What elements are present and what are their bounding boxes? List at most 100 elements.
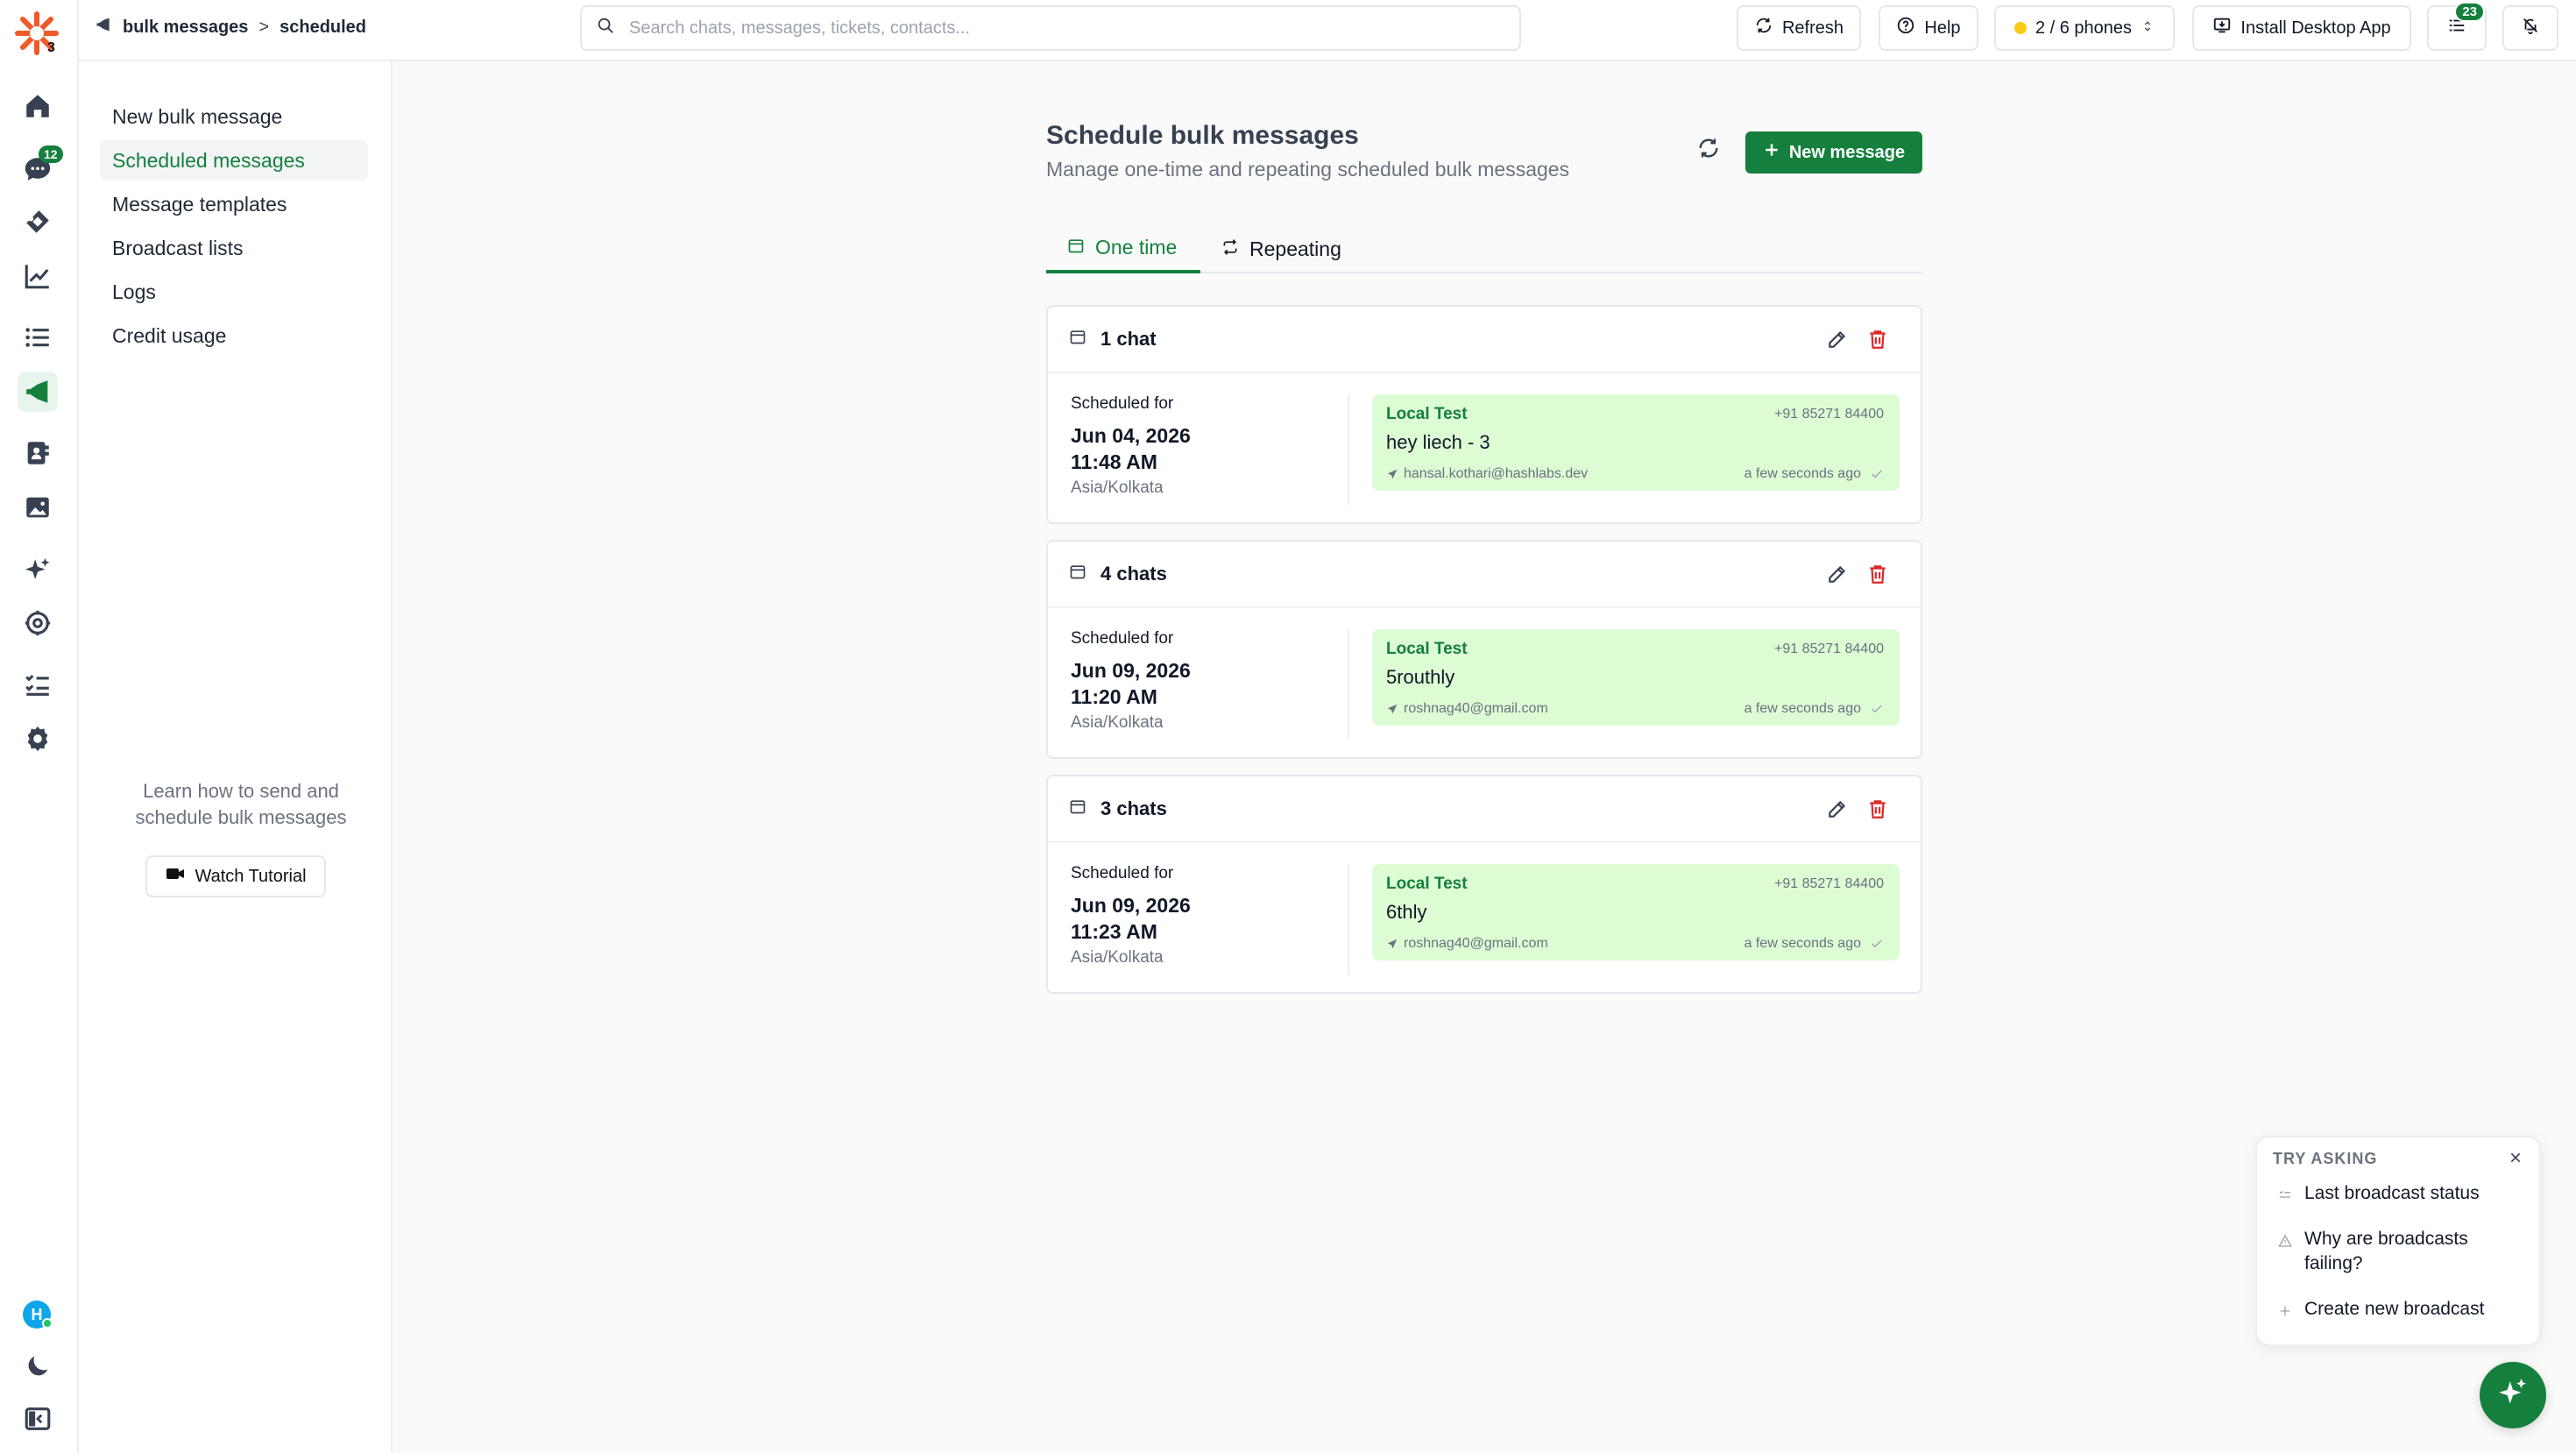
watch-tutorial-button[interactable]: Watch Tutorial	[145, 855, 326, 897]
subnav-item-new-bulk-message[interactable]: New bulk message	[100, 96, 368, 137]
tasks-button[interactable]: 23	[2427, 2, 2487, 51]
scheduled-for-label: Scheduled for	[1071, 864, 1174, 882]
moon-icon[interactable]	[18, 1346, 58, 1386]
download-icon	[2212, 16, 2232, 40]
calendar-icon	[1069, 797, 1086, 820]
main-content: Schedule bulk messages Manage one-time a…	[393, 61, 2576, 1453]
schedule-tabs: One time Repeating	[1046, 224, 1922, 273]
contacts-icon[interactable]	[18, 433, 58, 473]
install-desktop-app-button[interactable]: Install Desktop App	[2192, 5, 2411, 51]
bulk-messages-sidebar: New bulk message Scheduled messages Mess…	[79, 61, 393, 1453]
scheduled-message-card: 3 chats Scheduled for Jun 09, 2026 11:23…	[1046, 775, 1922, 994]
reload-list-button[interactable]	[1691, 133, 1726, 168]
megaphone-icon[interactable]	[18, 372, 58, 412]
home-icon[interactable]	[18, 86, 58, 126]
analytics-icon[interactable]	[18, 256, 58, 296]
edit-icon[interactable]	[1826, 328, 1849, 356]
search-icon	[596, 16, 615, 40]
calendar-icon	[1069, 328, 1086, 351]
delete-icon[interactable]	[1866, 797, 1889, 826]
card-header: 1 chat	[1048, 307, 1921, 373]
chevron-updown-icon	[2141, 18, 2155, 39]
try-asking-title: TRY ASKING	[2273, 1150, 2378, 1167]
tab-label: Repeating	[1249, 237, 1341, 260]
media-icon[interactable]	[18, 487, 58, 528]
edit-icon[interactable]	[1826, 797, 1849, 826]
sender-name: Local Test	[1386, 405, 1468, 423]
sent-by-email: roshnag40@gmail.com	[1404, 701, 1548, 716]
refresh-button[interactable]: Refresh	[1737, 5, 1861, 51]
ai-assistant-button[interactable]	[2480, 1362, 2546, 1428]
scheduled-date: Jun 09, 2026	[1071, 659, 1191, 682]
online-status-dot	[42, 1318, 53, 1329]
scheduled-timezone: Asia/Kolkata	[1071, 713, 1164, 732]
notifications-off-button[interactable]	[2502, 5, 2558, 51]
suggestion-label: Why are broadcasts failing?	[2304, 1229, 2468, 1273]
check-icon	[1872, 939, 1882, 948]
megaphone-icon	[95, 16, 112, 39]
subnav-item-logs[interactable]: Logs	[100, 272, 368, 312]
edit-icon[interactable]	[1826, 563, 1849, 591]
card-divider	[1348, 629, 1349, 740]
tab-repeating[interactable]: Repeating	[1200, 224, 1376, 273]
sent-by: hansal.kothari@hashlabs.dev	[1386, 466, 1588, 482]
delete-icon[interactable]	[1866, 328, 1889, 356]
tab-one-time[interactable]: One time	[1046, 224, 1200, 273]
subnav-item-label: Scheduled messages	[112, 148, 305, 172]
plus-icon	[2280, 1306, 2290, 1316]
help-button[interactable]: Help	[1879, 5, 1978, 51]
scheduled-message-card: 4 chats Scheduled for Jun 09, 2026 11:20…	[1046, 540, 1922, 759]
send-icon	[1387, 469, 1398, 479]
sparkles-icon[interactable]	[18, 550, 58, 591]
card-divider	[1348, 864, 1349, 975]
subnav-item-message-templates[interactable]: Message templates	[100, 184, 368, 224]
message-preview-bubble: Local Test +91 85271 84400 hey liech - 3…	[1372, 394, 1900, 491]
tasks-icon[interactable]	[18, 664, 58, 705]
video-camera-icon	[165, 863, 186, 890]
search-bar[interactable]	[580, 5, 1521, 51]
suggestion-label: Create new broadcast	[2304, 1299, 2485, 1319]
message-time: a few seconds ago	[1744, 701, 1884, 717]
repeat-icon	[1221, 237, 1239, 261]
list-icon[interactable]	[18, 317, 58, 358]
scheduled-timezone: Asia/Kolkata	[1071, 478, 1164, 497]
sender-name: Local Test	[1386, 640, 1468, 658]
phones-selector[interactable]: 2 / 6 phones	[1994, 5, 2175, 51]
breadcrumb: bulk messages > scheduled	[95, 16, 366, 39]
subnav-item-scheduled-messages[interactable]: Scheduled messages	[100, 140, 368, 181]
close-icon[interactable]	[2504, 1146, 2527, 1169]
new-message-button[interactable]: New message	[1745, 131, 1922, 174]
ticket-icon[interactable]	[18, 202, 58, 242]
scheduled-time: 11:48 AM	[1071, 450, 1157, 473]
chat-unread-badge: 12	[39, 145, 63, 163]
suggestion-last-broadcast-status[interactable]: Last broadcast status	[2278, 1181, 2480, 1206]
bell-off-icon	[2521, 16, 2540, 40]
card-header: 4 chats	[1048, 542, 1921, 608]
subnav-item-credit-usage[interactable]: Credit usage	[100, 315, 368, 356]
watch-tutorial-label: Watch Tutorial	[195, 866, 307, 886]
search-input[interactable]	[629, 18, 1418, 39]
warning-icon	[2278, 1234, 2292, 1247]
help-label: Help	[1924, 18, 1961, 38]
tutorial-hint-text: Learn how to send and schedule bulk mess…	[135, 780, 347, 828]
sender-phone: +91 85271 84400	[1773, 876, 1884, 891]
list-check-icon	[2279, 1190, 2290, 1198]
calendar-icon	[1067, 236, 1085, 259]
breadcrumb-root[interactable]: bulk messages	[123, 18, 248, 38]
sent-by-email: roshnag40@gmail.com	[1404, 936, 1548, 951]
message-time: a few seconds ago	[1744, 936, 1884, 952]
suggestion-why-broadcasts-failing[interactable]: Why are broadcasts failing?	[2278, 1227, 2506, 1276]
calendar-icon	[1069, 563, 1086, 585]
subnav-item-broadcast-lists[interactable]: Broadcast lists	[100, 228, 368, 268]
integrations-icon[interactable]	[18, 603, 58, 643]
suggestion-create-new-broadcast[interactable]: Create new broadcast	[2278, 1297, 2484, 1322]
sidebar-toggle-icon[interactable]	[18, 1399, 58, 1439]
scheduled-timezone: Asia/Kolkata	[1071, 948, 1164, 967]
send-icon	[1387, 939, 1398, 949]
delete-icon[interactable]	[1866, 563, 1889, 591]
card-divider	[1348, 394, 1349, 505]
scheduled-for-label: Scheduled for	[1071, 394, 1174, 413]
settings-icon[interactable]	[18, 719, 58, 759]
help-icon	[1896, 16, 1915, 40]
refresh-label: Refresh	[1781, 18, 1844, 38]
